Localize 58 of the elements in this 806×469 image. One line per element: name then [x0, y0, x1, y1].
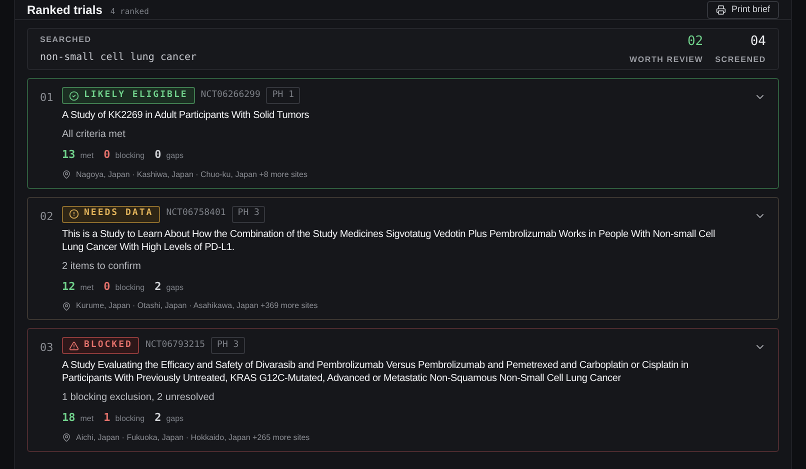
location-pin-icon: [62, 302, 71, 310]
rank-number: 02: [40, 208, 54, 224]
trial-summary: 1 blocking exclusion, 2 unresolved: [62, 391, 216, 405]
location-pin-icon: [62, 170, 71, 179]
status-badge: BLOCKED: [62, 337, 140, 354]
gaps-count: 2: [154, 278, 162, 294]
page-title: Ranked trials: [27, 2, 102, 18]
location-pin-icon: [62, 433, 71, 442]
searched-label: SEARCHED: [40, 34, 92, 46]
trial-summary: 2 items to confirm: [62, 260, 142, 274]
stat-value: 02: [687, 32, 704, 51]
trial-title[interactable]: A Study of KK2269 in Adult Participants With Solid Tumors: [62, 109, 746, 122]
check-circle-icon: [69, 90, 79, 100]
blocking-count: 0: [104, 147, 110, 163]
printer-icon: [716, 4, 726, 14]
trial-card[interactable]: 01 LIKELY ELIGIBLE NCT06266299 PH 1 A Study of KK2269 in Adult Participants With Solid Tumors All criteria met 13 met 0 blocking 0 gaps Nagoya, Japan · Kashiwa, Japan · Chuo-ku, Japan +8 more sites: [27, 78, 779, 188]
gaps-label: gaps: [166, 282, 184, 294]
stat-value: 04: [750, 32, 766, 51]
gaps-label: gaps: [166, 413, 184, 425]
gaps-count: 0: [154, 147, 162, 163]
met-count: 12: [62, 278, 76, 294]
met-count: 13: [62, 147, 76, 163]
rank-number: 03: [40, 340, 54, 356]
blocking-label: blocking: [115, 282, 145, 294]
status-badge: NEEDS DATA: [62, 206, 160, 222]
search-query: non-small cell lung cancer: [40, 50, 197, 64]
print-button[interactable]: Print brief: [707, 0, 779, 18]
trial-card[interactable]: [27, 328, 779, 452]
trial-summary: All criteria met: [62, 128, 126, 142]
met-label: met: [80, 282, 94, 294]
met-label: met: [80, 413, 94, 425]
met-label: met: [80, 150, 94, 162]
trial-card[interactable]: [27, 196, 779, 320]
site-list: Aichi, Japan · Fukuoka, Japan · Hokkaido, Japan +265 more sites: [76, 432, 310, 444]
blocking-count: 1: [104, 410, 110, 426]
gaps-label: gaps: [166, 150, 184, 162]
blocking-label: blocking: [115, 150, 145, 162]
rank-number: 01: [40, 90, 54, 106]
trial-id: NCT06266299: [200, 88, 260, 102]
gaps-count: 2: [154, 410, 162, 426]
phase-tag: PH 1: [266, 87, 300, 104]
met-count: 18: [62, 410, 76, 426]
status-badge: LIKELY ELIGIBLE: [62, 87, 195, 104]
ranked-count: 4 ranked: [110, 6, 149, 18]
trial-id: NCT06793215: [145, 338, 206, 352]
blocking-count: 0: [104, 278, 110, 294]
stat-label: SCREENED: [715, 54, 766, 66]
alert-circle-icon: [69, 209, 79, 219]
stat-label: WORTH REVIEW: [630, 54, 704, 66]
trial-title[interactable]: This is a Study to Learn About How the Combination of the Study Medicines Sigvotatug Vedotin Plus Pembrolizumab Works in People With Non-small Cell Lung Cancer With High Levels of PD-L1.: [62, 228, 746, 254]
trial-title[interactable]: A Study Evaluating the Efficacy and Safety of Divarasib and Pembrolizumab Versus Pembrolizumab and Pemetrexed and Carboplatin or Cisplatin in Participants With Previously Untreated, KRAS G12C-Mutated, Advanced or Metastatic Non-Squamous Non-Small Cell Lung Cancer: [62, 359, 746, 385]
site-list: Kurume, Japan · Otashi, Japan · Asahikawa, Japan +369 more sites: [76, 300, 318, 312]
blocking-label: blocking: [115, 413, 145, 425]
warning-triangle-icon: [69, 340, 79, 350]
phase-tag: PH 3: [211, 337, 245, 354]
trial-id: NCT06758401: [166, 207, 226, 220]
site-list: Nagoya, Japan · Kashiwa, Japan · Chuo-ku, Japan +8 more sites: [76, 168, 308, 180]
phase-tag: PH 3: [232, 206, 266, 222]
